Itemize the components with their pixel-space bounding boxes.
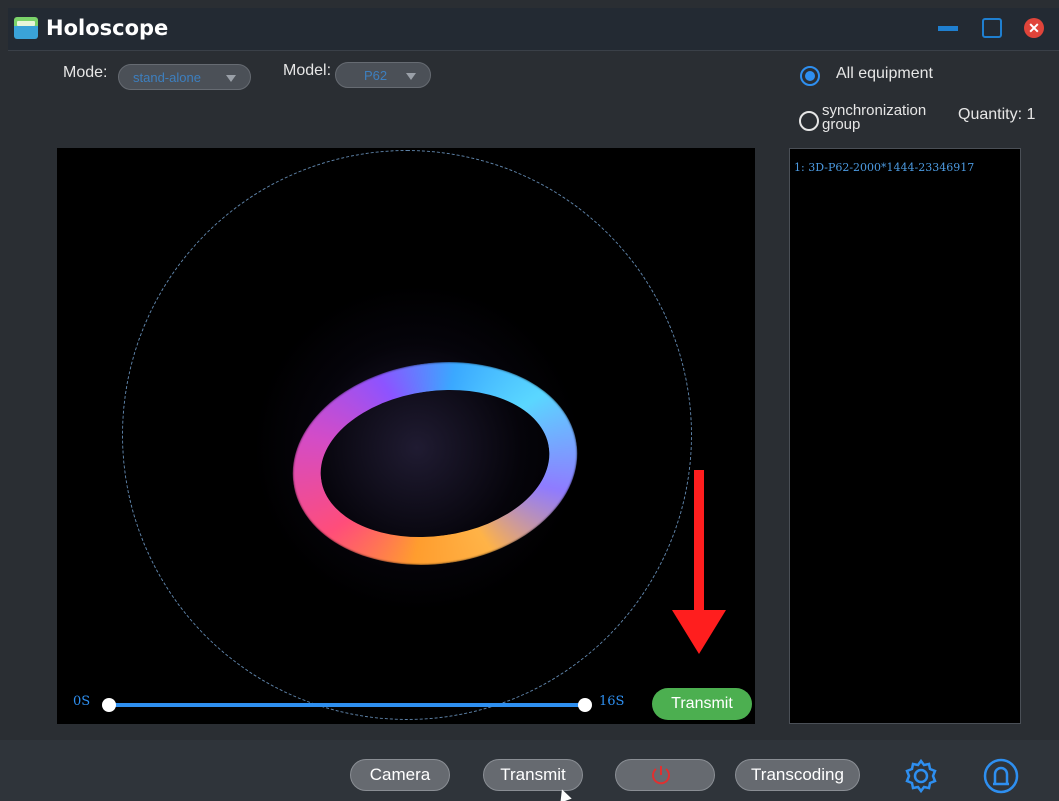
model-select-value: P62 — [364, 68, 388, 83]
power-icon — [652, 766, 670, 785]
annotation-arrow-shaft — [694, 470, 704, 620]
app-logo-icon — [14, 17, 38, 39]
all-equipment-radio[interactable] — [800, 66, 820, 86]
minimize-icon[interactable] — [938, 26, 958, 31]
mode-select-value: stand-alone — [133, 70, 201, 85]
all-equipment-label: All equipment — [836, 65, 933, 82]
annotation-arrow-down-icon — [672, 610, 726, 654]
model-select[interactable]: P62 — [335, 62, 431, 88]
chevron-down-icon — [406, 73, 416, 80]
timeline-slider[interactable] — [107, 703, 587, 707]
sync-group-label: synchronization group — [822, 104, 927, 133]
mode-select[interactable]: stand-alone — [118, 64, 251, 90]
app-window: Holoscope ✕ Mode: stand-alone Model: P62… — [0, 0, 1059, 801]
mode-label: Mode: — [63, 64, 108, 81]
camera-button[interactable]: Camera — [350, 759, 450, 791]
sync-group-radio[interactable] — [799, 111, 819, 131]
close-icon[interactable]: ✕ — [1024, 18, 1044, 38]
help-icon[interactable] — [982, 757, 1020, 795]
model-label: Model: — [283, 62, 332, 79]
timeline-end-label: 16S — [599, 694, 625, 709]
quantity-label: Quantity: 1 — [958, 106, 1036, 123]
timeline-end-handle[interactable] — [578, 698, 592, 712]
maximize-icon[interactable] — [982, 18, 1002, 38]
title-bar: Holoscope ✕ — [8, 8, 1059, 51]
timeline-start-label: 0S — [73, 694, 91, 709]
device-list-item[interactable]: 1: 3D-P62-2000*1444-23346917 — [794, 161, 974, 174]
transmit-button[interactable]: Transmit — [483, 759, 583, 791]
preview-transmit-button[interactable]: Transmit — [652, 688, 752, 720]
window-title: Holoscope — [46, 16, 169, 40]
preview-canvas — [57, 148, 755, 724]
gear-icon[interactable] — [902, 757, 940, 795]
display-boundary-circle — [122, 150, 692, 720]
device-list: 1: 3D-P62-2000*1444-23346917 — [789, 148, 1021, 724]
timeline-start-handle[interactable] — [102, 698, 116, 712]
transcoding-button[interactable]: Transcoding — [735, 759, 860, 791]
chevron-down-icon — [226, 75, 236, 82]
